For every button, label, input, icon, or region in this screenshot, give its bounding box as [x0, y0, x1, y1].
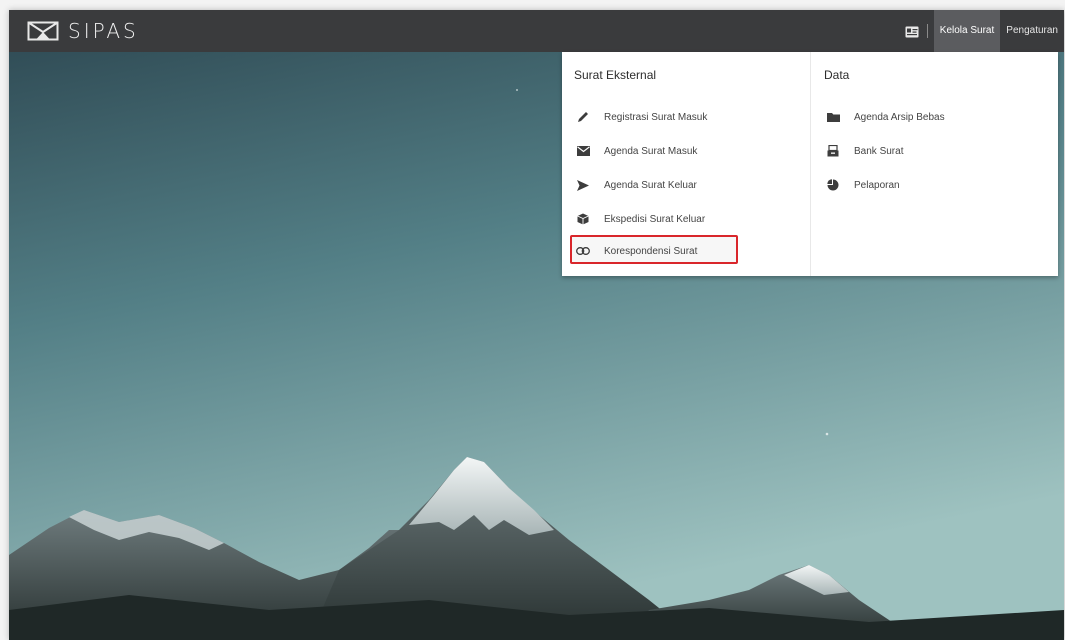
app-window: SIPAS Kelola Surat Pengaturan Surat Ekst…: [9, 10, 1064, 640]
link-icon: [576, 244, 590, 258]
menu-item-bank-surat[interactable]: Bank Surat: [826, 140, 903, 162]
nav-kelola-surat[interactable]: Kelola Surat: [933, 10, 1001, 52]
envelope-logo-icon: [27, 21, 59, 41]
menu-item-ekspedisi-surat-keluar[interactable]: Ekspedisi Surat Keluar: [576, 208, 705, 230]
menu-column-surat-eksternal: Surat Eksternal Registrasi Surat Masuk A…: [562, 52, 811, 276]
id-card-icon[interactable]: [905, 25, 919, 38]
app-name: SIPAS: [68, 19, 139, 43]
menu-item-agenda-surat-masuk[interactable]: Agenda Surat Masuk: [576, 140, 697, 162]
pencil-icon: [576, 110, 590, 124]
cube-icon: [576, 212, 590, 226]
menu-item-label: Registrasi Surat Masuk: [604, 111, 708, 123]
menu-item-korespondensi-surat[interactable]: Korespondensi Surat: [576, 240, 697, 262]
menu-item-agenda-surat-keluar[interactable]: Agenda Surat Keluar: [576, 174, 697, 196]
send-icon: [576, 178, 590, 192]
top-navbar: SIPAS Kelola Surat Pengaturan: [9, 10, 1064, 52]
kelola-surat-dropdown: Surat Eksternal Registrasi Surat Masuk A…: [562, 52, 1058, 276]
envelope-icon: [576, 144, 590, 158]
inbox-icon: [826, 144, 840, 158]
column-title: Data: [824, 68, 850, 82]
pie-chart-icon: [826, 178, 840, 192]
menu-item-label: Korespondensi Surat: [604, 245, 698, 257]
menu-item-registrasi-surat-masuk[interactable]: Registrasi Surat Masuk: [576, 106, 707, 128]
menu-item-label: Pelaporan: [854, 179, 900, 191]
menu-item-pelaporan[interactable]: Pelaporan: [826, 174, 900, 196]
menu-item-label: Agenda Surat Keluar: [604, 179, 697, 191]
nav-separator: [926, 24, 928, 38]
nav-pengaturan[interactable]: Pengaturan: [1000, 10, 1064, 52]
folder-icon: [826, 110, 840, 124]
menu-item-label: Ekspedisi Surat Keluar: [604, 213, 706, 225]
logo[interactable]: SIPAS: [27, 18, 139, 44]
menu-item-label: Agenda Arsip Bebas: [854, 111, 945, 123]
menu-item-agenda-arsip-bebas[interactable]: Agenda Arsip Bebas: [826, 106, 945, 128]
menu-item-label: Bank Surat: [854, 145, 904, 157]
menu-column-data: Data Agenda Arsip Bebas Bank Surat Pelap…: [811, 52, 1058, 276]
menu-item-label: Agenda Surat Masuk: [604, 145, 698, 157]
column-title: Surat Eksternal: [574, 68, 657, 82]
